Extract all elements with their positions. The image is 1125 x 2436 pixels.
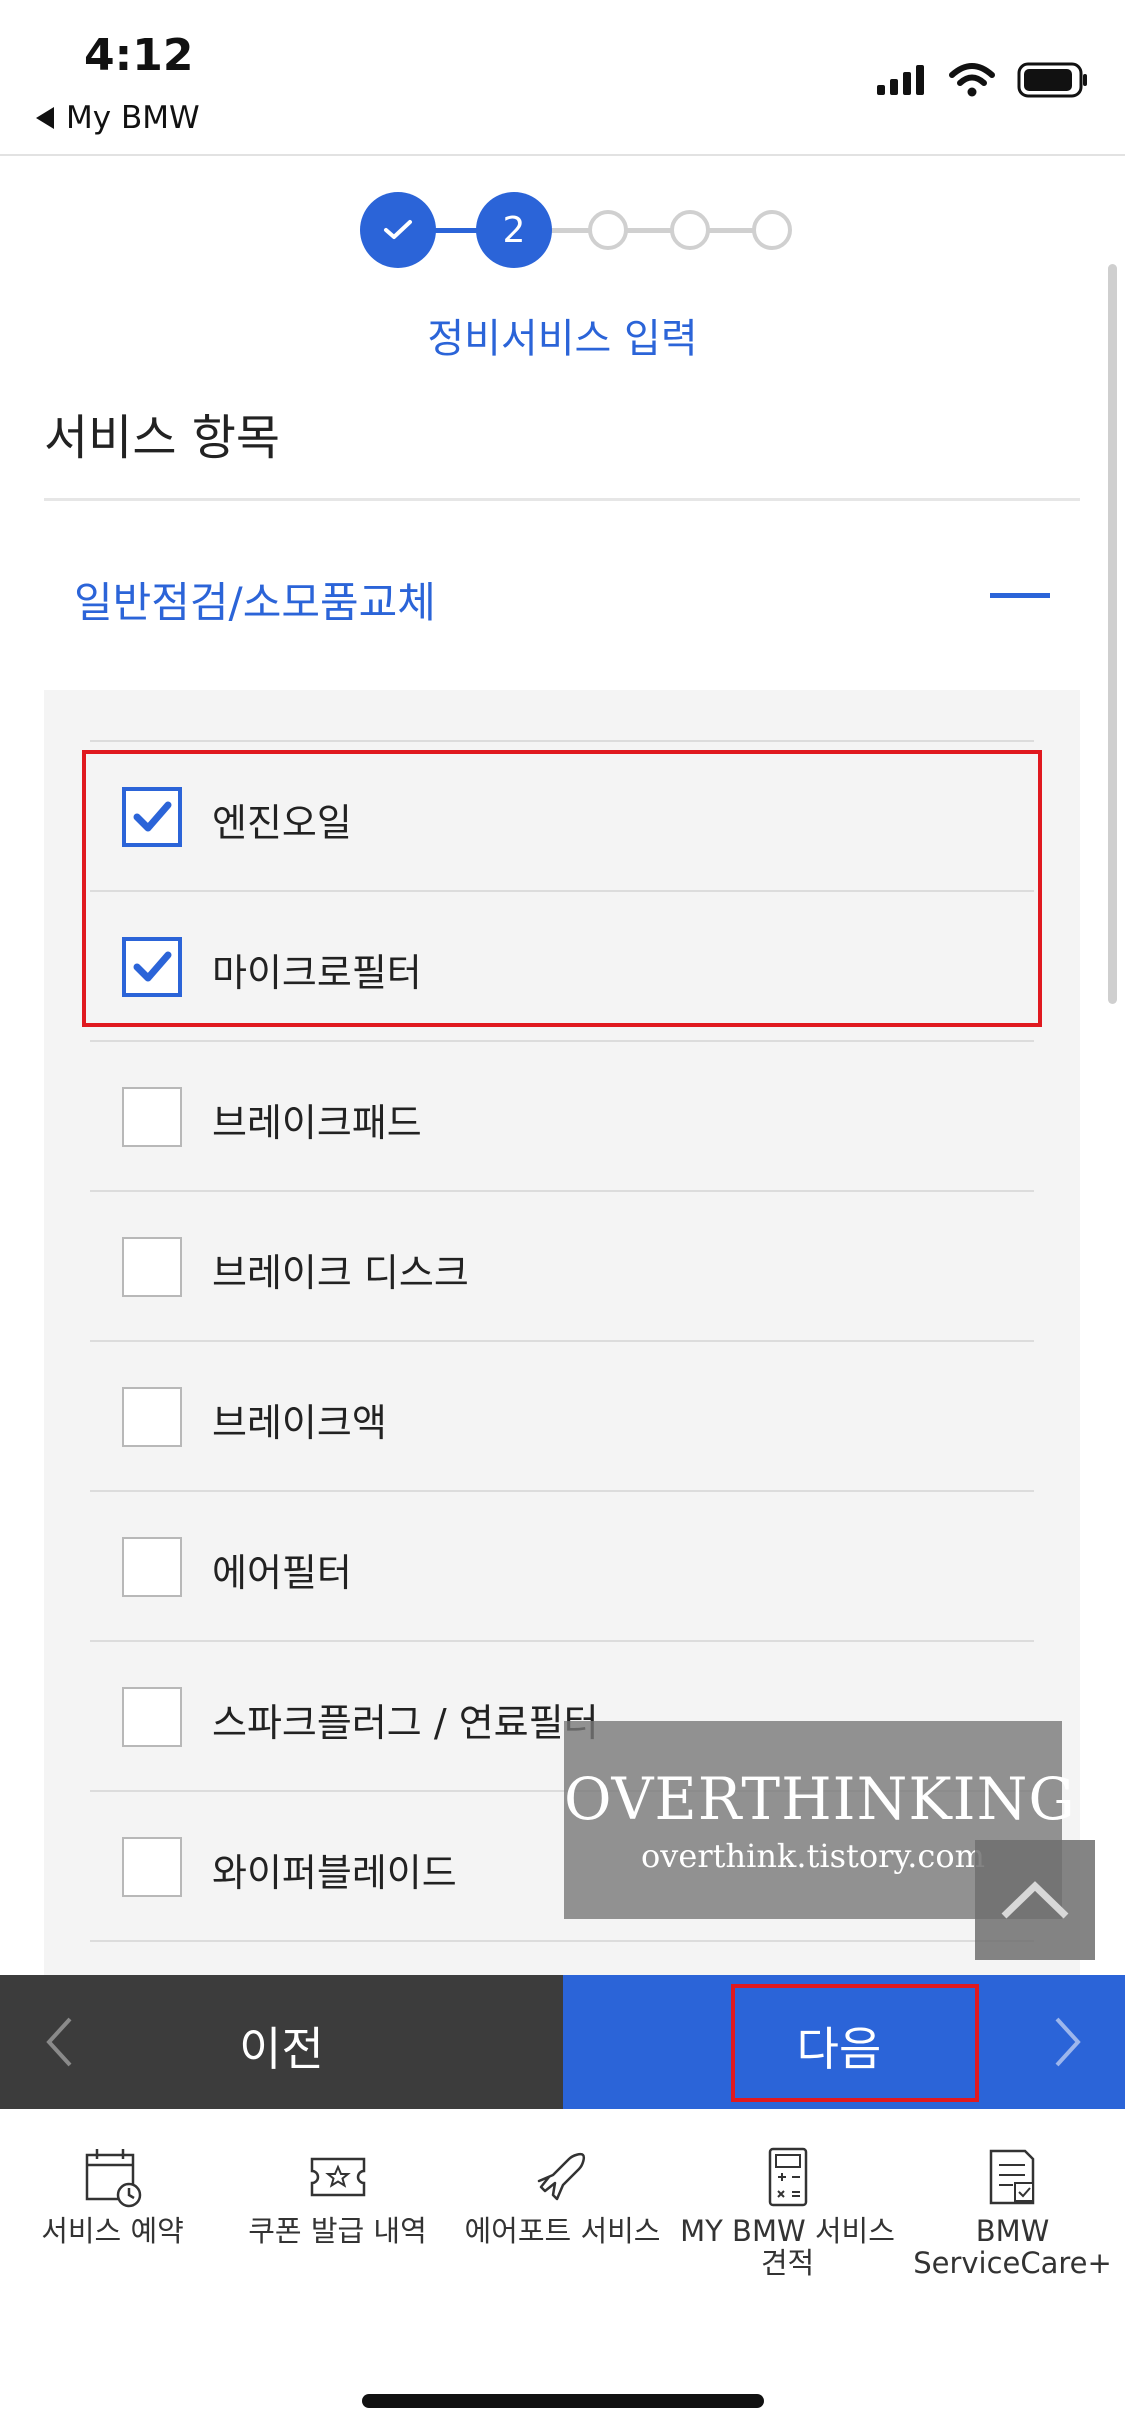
service-item-brake-fluid[interactable]: 브레이크액 xyxy=(90,1342,1034,1492)
status-time: 4:12 xyxy=(84,30,194,81)
checkbox-unchecked[interactable] xyxy=(122,1537,182,1597)
category-accordion-header[interactable]: 일반점검/소모품교체 xyxy=(44,555,1080,635)
service-item-brake-disc[interactable]: 브레이크 디스크 xyxy=(90,1192,1034,1342)
stepper-line-todo xyxy=(540,228,776,233)
item-label: 와이퍼블레이드 xyxy=(212,1851,457,1895)
collapse-icon[interactable] xyxy=(990,593,1050,598)
back-to-app-link[interactable]: My BMW xyxy=(36,100,200,136)
bottom-tab-bar: 서비스 예약 쿠폰 발급 내역 에어포트 서비스 MY BMW 서비스 견적 B… xyxy=(0,2109,1125,2436)
step-5 xyxy=(752,210,792,250)
home-indicator[interactable] xyxy=(362,2394,764,2408)
tab-coupon-history[interactable]: 쿠폰 발급 내역 xyxy=(225,2145,450,2247)
status-bar: 4:12 My BMW xyxy=(0,0,1125,156)
tab-label: 쿠폰 발급 내역 xyxy=(248,2214,427,2248)
prev-button[interactable]: 이전 xyxy=(0,1975,563,2109)
tab-label: 에어포트 서비스 xyxy=(464,2214,661,2248)
tab-my-bmw-service-estimate[interactable]: MY BMW 서비스 견적 xyxy=(675,2145,900,2279)
item-label: 에어필터 xyxy=(212,1551,352,1595)
wifi-icon xyxy=(949,63,995,97)
watermark-title: OVERTHINKING xyxy=(564,1765,1076,1833)
back-app-label: My BMW xyxy=(66,100,200,136)
service-item-brake-pad[interactable]: 브레이크패드 xyxy=(90,1042,1034,1192)
document-check-icon xyxy=(989,2149,1034,2205)
step-2-current: 2 xyxy=(476,192,552,268)
coupon-icon xyxy=(310,2157,365,2197)
tab-label: BMW xyxy=(975,2214,1050,2248)
item-label: 스파크플러그 / 연료필터 xyxy=(212,1701,599,1745)
airplane-icon xyxy=(537,2152,585,2201)
annotation-highlight-box xyxy=(82,750,1042,1027)
category-label: 일반점검/소모품교체 xyxy=(74,578,436,627)
tab-label-line2: ServiceCare+ xyxy=(913,2246,1112,2280)
scrollbar[interactable] xyxy=(1108,264,1117,1004)
checkbox-unchecked[interactable] xyxy=(122,1387,182,1447)
checkbox-unchecked[interactable] xyxy=(122,1837,182,1897)
step-1-done xyxy=(360,192,436,268)
service-item-air-filter[interactable]: 에어필터 xyxy=(90,1492,1034,1642)
check-icon xyxy=(384,220,412,239)
calculator-icon xyxy=(768,2147,807,2207)
checkbox-unchecked[interactable] xyxy=(122,1687,182,1747)
step-4 xyxy=(670,210,710,250)
prev-button-label: 이전 xyxy=(239,2022,324,2076)
tab-label: MY BMW 서비스 xyxy=(680,2214,895,2248)
section-divider xyxy=(44,498,1080,501)
tab-label: 서비스 예약 xyxy=(41,2214,184,2248)
chevron-right-icon xyxy=(1055,2017,1081,2067)
progress-stepper: 2 xyxy=(360,192,800,268)
step-title: 정비서비스 입력 xyxy=(427,316,698,362)
tab-service-reservation[interactable]: 서비스 예약 xyxy=(0,2145,225,2247)
battery-icon xyxy=(1017,62,1087,98)
status-icons xyxy=(877,62,1089,98)
tab-bmw-servicecare[interactable]: BMW ServiceCare+ xyxy=(900,2145,1125,2279)
calendar-clock-icon xyxy=(85,2149,141,2208)
chevron-up-icon xyxy=(1001,1881,1069,1919)
tab-airport-service[interactable]: 에어포트 서비스 xyxy=(450,2145,675,2247)
signal-icon xyxy=(877,65,924,95)
item-label: 브레이크패드 xyxy=(212,1101,422,1145)
section-title: 서비스 항목 xyxy=(44,410,281,466)
step-3 xyxy=(588,210,628,250)
checkbox-unchecked[interactable] xyxy=(122,1237,182,1297)
checkbox-unchecked[interactable] xyxy=(122,1087,182,1147)
tab-label-line2: 견적 xyxy=(760,2246,815,2280)
item-label: 브레이크 디스크 xyxy=(212,1251,469,1295)
item-label: 브레이크액 xyxy=(212,1401,387,1445)
back-arrow-icon xyxy=(36,107,54,129)
annotation-highlight-box xyxy=(731,1984,979,2102)
scroll-to-top-button[interactable] xyxy=(975,1840,1095,1960)
